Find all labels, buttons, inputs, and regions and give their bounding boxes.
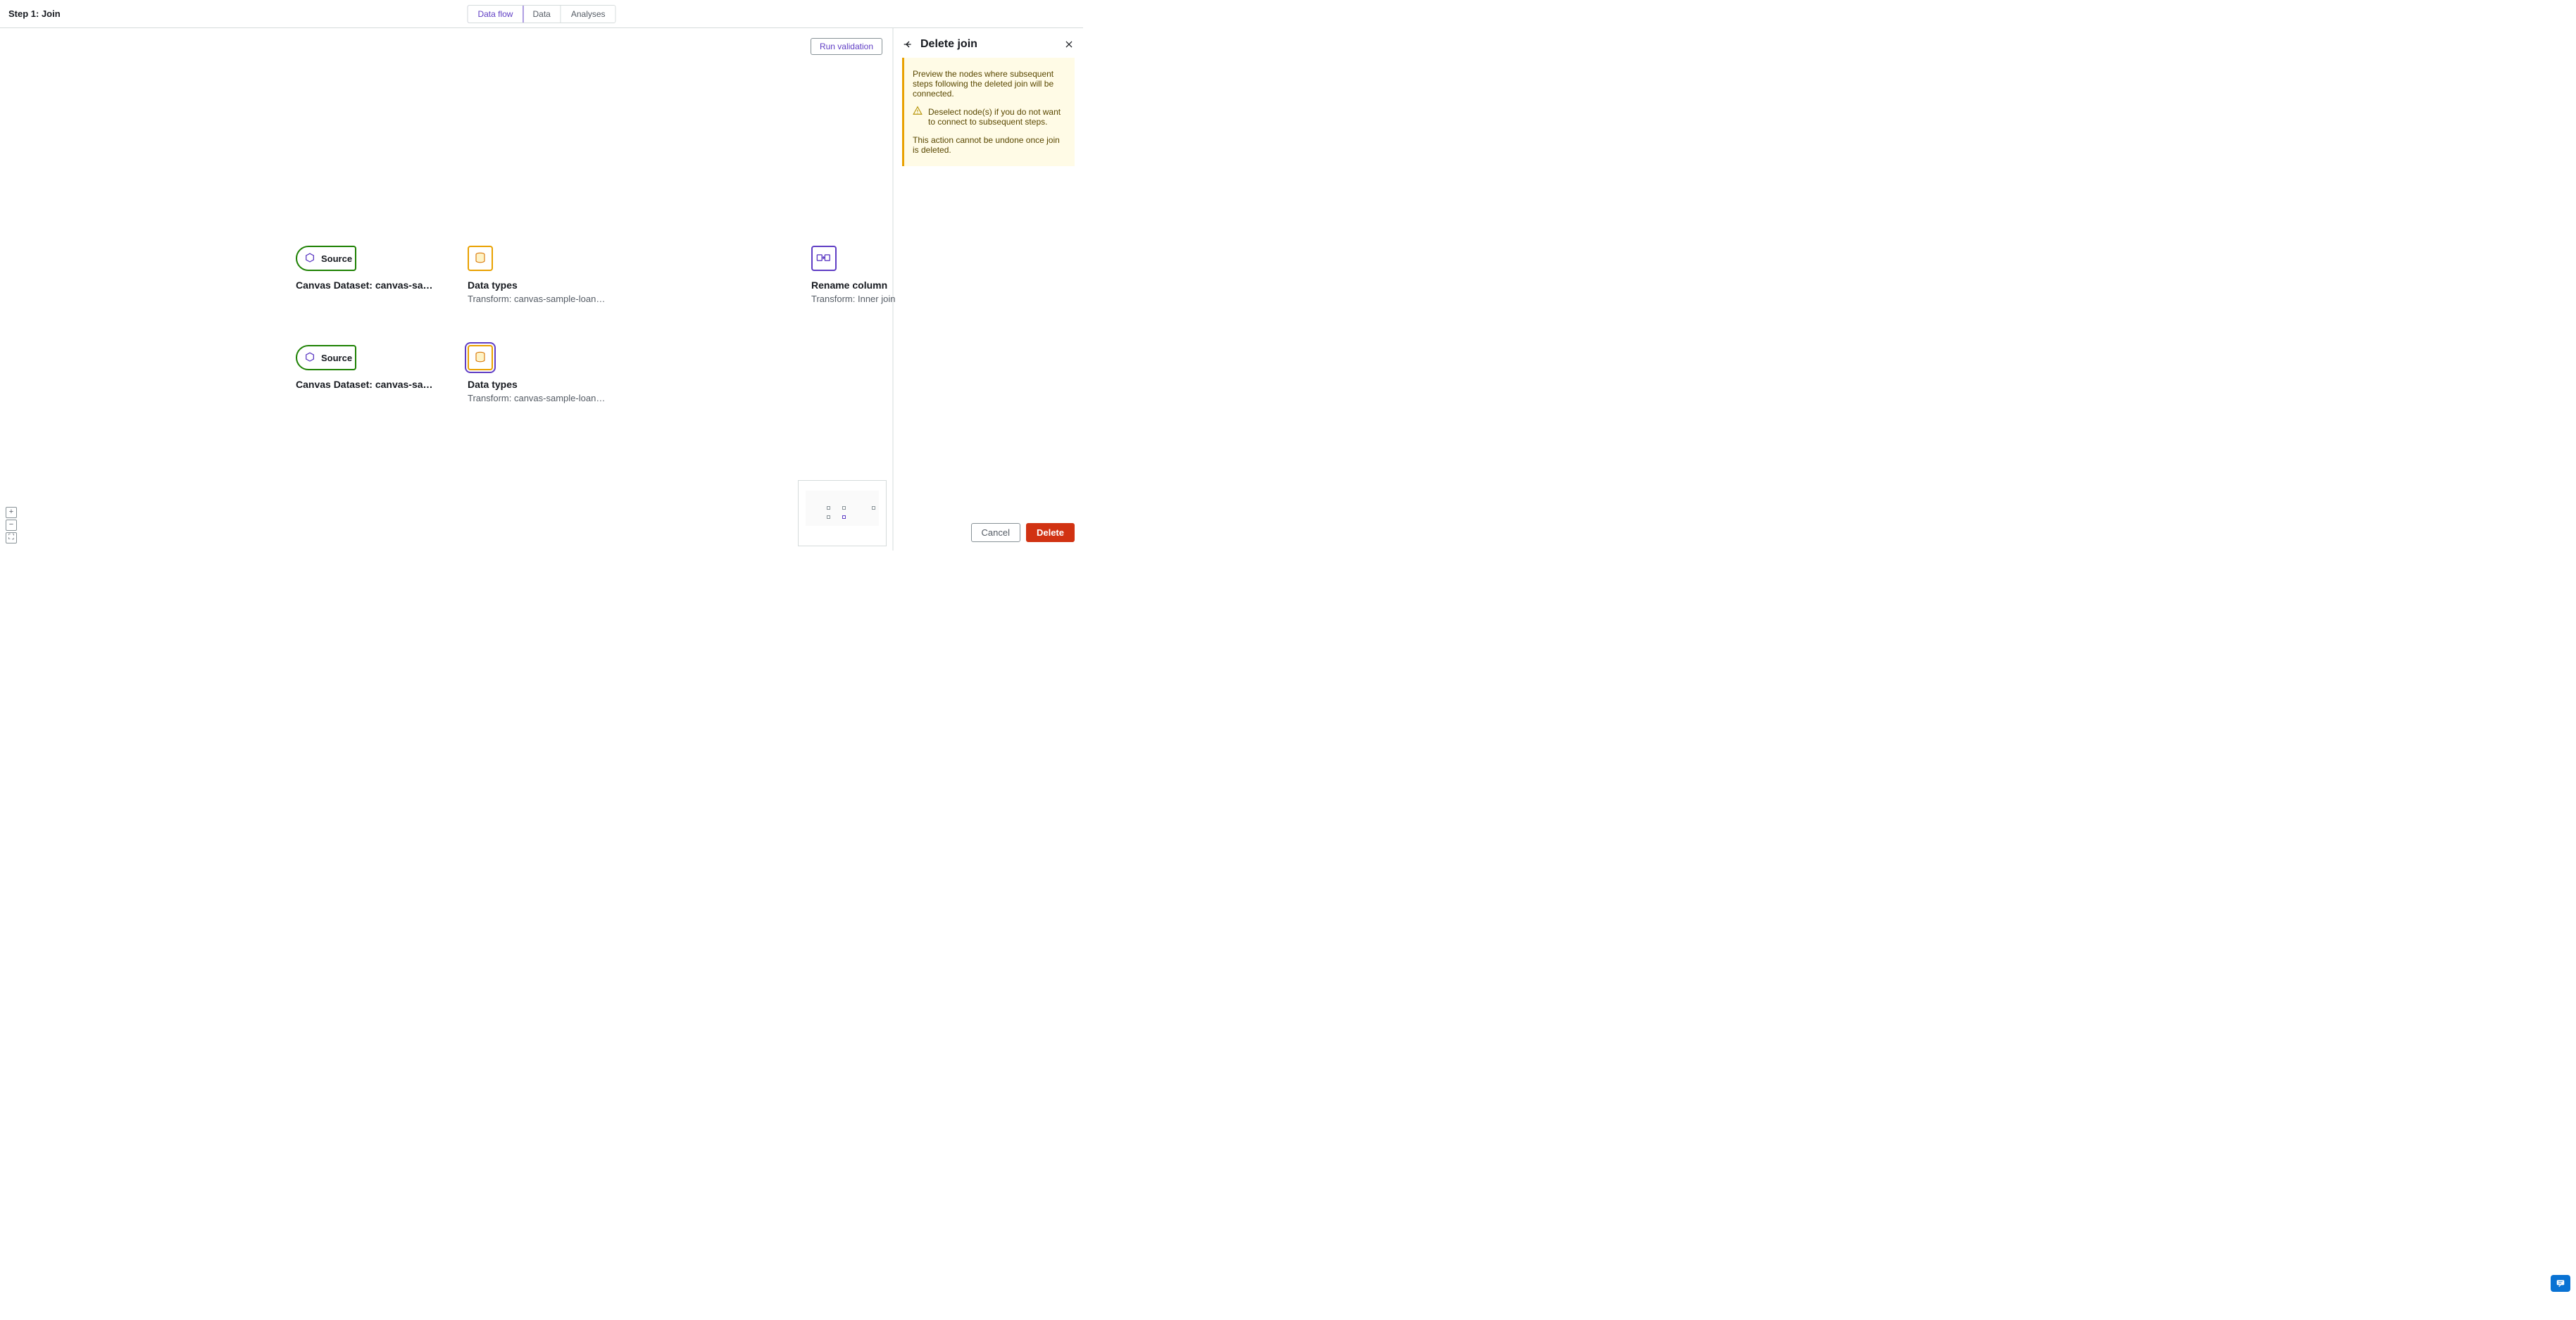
node-title: Canvas Dataset: canvas-sample-… [296,279,437,291]
database-icon [474,351,487,365]
cube-icon [304,252,315,265]
node-source-2[interactable]: Source Canvas Dataset: canvas-sample-… [296,345,437,390]
zoom-controls: + − ⛶ [6,507,17,543]
tab-data[interactable]: Data [523,6,561,23]
delete-button[interactable]: Delete [1026,523,1075,542]
node-subtitle: Transform: canvas-sample-loans-part-… [468,294,608,304]
chat-icon [2555,1278,2566,1288]
warning-message: Preview the nodes where subsequent steps… [902,58,1075,166]
zoom-in-button[interactable]: + [6,507,17,518]
warning-line-3: This action cannot be undone once join i… [913,135,1066,155]
node-datatypes-1[interactable]: Data types Transform: canvas-sample-loan… [468,246,608,304]
minimap[interactable] [798,480,887,546]
back-icon[interactable] [902,39,913,50]
node-source-1[interactable]: Source Canvas Dataset: canvas-sample-… [296,246,437,291]
step-title: Step 1: Join [8,8,61,19]
view-tabs: Data flow Data Analyses [467,5,615,23]
zoom-fit-button[interactable]: ⛶ [6,532,17,543]
node-title: Data types [468,279,608,291]
warning-line-1: Preview the nodes where subsequent steps… [913,69,1066,99]
node-datatypes-2[interactable]: Data types Transform: canvas-sample-loan… [468,345,608,403]
node-label: Source [321,353,352,363]
node-label: Source [321,253,352,264]
cube-icon [304,351,315,365]
tab-analyses[interactable]: Analyses [561,6,615,23]
panel-title: Delete join [920,38,1056,51]
zoom-out-button[interactable]: − [6,520,17,531]
close-icon[interactable] [1063,39,1075,50]
node-title: Data types [468,379,608,390]
node-subtitle: Transform: Inner join [811,294,952,304]
tab-data-flow[interactable]: Data flow [467,5,523,23]
node-rename-column[interactable]: Rename column Transform: Inner join [811,246,952,304]
warning-line-2: Deselect node(s) if you do not want to c… [928,107,1066,127]
chat-fab[interactable] [2551,1275,2570,1292]
topbar: Step 1: Join Data flow Data Analyses [0,0,1083,28]
node-title: Canvas Dataset: canvas-sample-… [296,379,437,390]
node-title: Rename column [811,279,952,291]
warning-icon [913,106,923,115]
canvas-area[interactable]: Run validation Source [0,28,893,551]
node-subtitle: Transform: canvas-sample-loans-part-… [468,393,608,403]
cancel-button[interactable]: Cancel [971,523,1020,542]
database-icon [474,251,487,266]
rename-icon [816,252,832,265]
